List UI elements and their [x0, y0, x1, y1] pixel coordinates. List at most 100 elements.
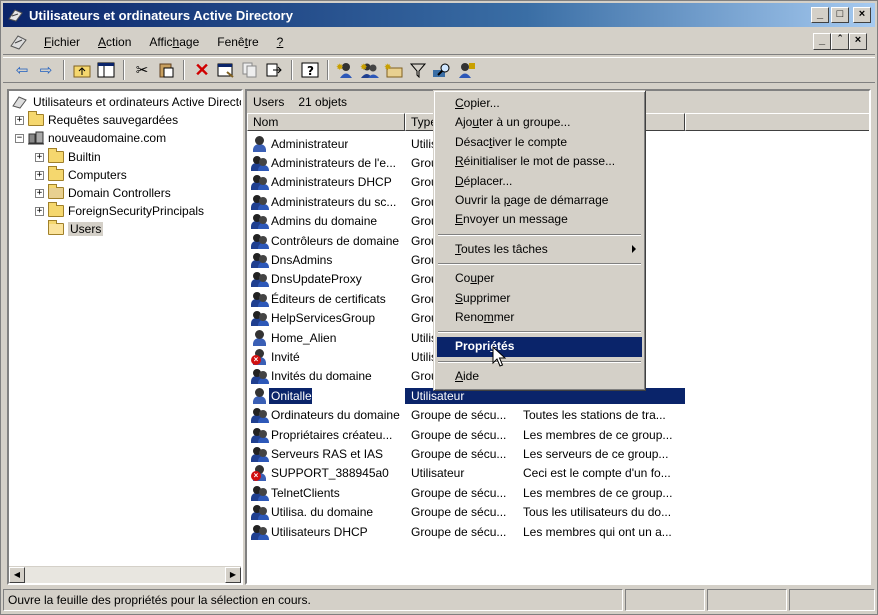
tree-item-label: ForeignSecurityPrincipals	[68, 204, 205, 218]
scroll-left-icon[interactable]: ◀	[9, 567, 25, 583]
cell-name: Utilisa. du domaine	[247, 504, 405, 521]
tree-horizontal-scrollbar[interactable]: ◀ ▶	[9, 566, 241, 583]
expand-icon[interactable]: +	[35, 206, 44, 216]
forward-arrow-icon[interactable]: ⇨	[35, 59, 57, 81]
mdi-minimize-button[interactable]: _	[813, 33, 831, 50]
menu-item-open-home-page[interactable]: Ouvrir la page de démarrage	[437, 191, 642, 210]
menu-view[interactable]: Affichage	[140, 33, 208, 51]
tree-item-domain-controllers[interactable]: + Domain Controllers	[35, 184, 171, 202]
object-description: Les membres qui ont un a...	[523, 524, 672, 539]
menu-item-help[interactable]: Aide	[437, 367, 642, 386]
new-ou-icon[interactable]: ✸	[383, 59, 405, 81]
object-name: Utilisateurs DHCP	[271, 524, 368, 539]
object-name: Serveurs RAS et IAS	[271, 446, 384, 461]
status-bar: Ouvre la feuille des propriétés pour la …	[3, 589, 875, 613]
up-folder-icon[interactable]	[71, 59, 93, 81]
tree-item-label: Builtin	[68, 150, 101, 164]
find-icon[interactable]	[431, 59, 453, 81]
group-icon	[251, 368, 269, 385]
group-icon	[251, 524, 269, 540]
object-description: Les membres de ce group...	[523, 427, 673, 442]
menu-item-rename[interactable]: Renommer	[437, 308, 642, 327]
collapse-icon[interactable]: −	[15, 133, 24, 143]
menu-item-cut[interactable]: Couper	[437, 269, 642, 288]
menu-item-disable-account[interactable]: Désactiver le compte	[437, 133, 642, 152]
new-user-icon[interactable]: ✸	[335, 59, 357, 81]
console-tree[interactable]: Utilisateurs et ordinateurs Active Direc…	[7, 89, 243, 585]
paste-icon[interactable]	[155, 59, 177, 81]
add-to-group-icon[interactable]	[455, 59, 477, 81]
object-name: Admins du domaine	[271, 214, 378, 229]
maximize-button[interactable]: □	[831, 7, 849, 23]
object-count: 21 objets	[298, 95, 348, 109]
status-panel	[789, 589, 875, 611]
menu-item-delete[interactable]: Supprimer	[437, 289, 642, 308]
expand-icon[interactable]: +	[15, 115, 24, 125]
tree-root[interactable]: Utilisateurs et ordinateurs Active Direc…	[11, 93, 241, 111]
tree-item-users[interactable]: Users	[35, 220, 104, 238]
object-name: Éditeurs de certificats	[271, 291, 386, 306]
toolbar: ⇦ ⇨ ✂ ✕ ? ✸ ✸ ✸	[3, 57, 875, 83]
new-group-icon[interactable]: ✸	[359, 59, 381, 81]
folder-icon	[48, 166, 64, 181]
object-type: Groupe de sécu...	[411, 446, 507, 461]
object-type: Groupe de sécu...	[411, 485, 507, 500]
close-button[interactable]: ×	[853, 7, 871, 23]
expand-icon[interactable]: +	[35, 170, 44, 180]
user-icon: ×	[251, 387, 269, 404]
menu-action[interactable]: Action	[89, 33, 140, 51]
filter-icon[interactable]	[407, 59, 429, 81]
menu-item-reset-password[interactable]: Réinitialiser le mot de passe...	[437, 152, 642, 171]
group-icon	[251, 233, 269, 249]
cell-name: DnsAdmins	[247, 252, 405, 269]
cell-name: ×Home_Alien	[247, 329, 405, 346]
tree-item-label: Requêtes sauvegardées	[48, 113, 179, 127]
mdi-close-button[interactable]: ×	[849, 33, 867, 50]
export-icon[interactable]	[263, 59, 285, 81]
menu-item-properties[interactable]: Propriétés	[437, 337, 642, 357]
menu-separator	[437, 357, 642, 367]
tree-item-computers[interactable]: + Computers	[35, 166, 127, 184]
mdi-restore-button[interactable]: ˆ	[831, 33, 849, 50]
cut-icon[interactable]: ✂	[131, 59, 153, 81]
menu-file[interactable]: Fichier	[35, 33, 89, 51]
tree-item-domain[interactable]: − nouveaudomaine.com	[15, 129, 166, 147]
menu-item-copy[interactable]: Copier...	[437, 94, 642, 113]
group-icon	[251, 427, 269, 443]
expand-icon[interactable]: +	[35, 152, 44, 162]
disabled-user-icon: ×	[251, 348, 269, 365]
table-row[interactable]: Serveurs RAS et IAS Groupe de sécu... Les …	[247, 444, 869, 463]
menu-item-all-tasks[interactable]: Toutes les tâches	[437, 240, 642, 259]
table-row[interactable]: Propriétaires créateu... Groupe de sécu..…	[247, 425, 869, 444]
menu-window[interactable]: Fenêtre	[208, 33, 267, 51]
minimize-button[interactable]: _	[811, 7, 829, 23]
properties-icon[interactable]	[215, 59, 237, 81]
column-name[interactable]: Nom	[247, 113, 405, 131]
expand-icon[interactable]: +	[35, 188, 44, 198]
menu-item-move[interactable]: Déplacer...	[437, 172, 642, 191]
status-text: Ouvre la feuille des propriétés pour la …	[3, 589, 623, 611]
table-row[interactable]: TelnetClients Groupe de sécu... Les membre…	[247, 483, 869, 502]
console-icon[interactable]	[9, 33, 29, 51]
scroll-right-icon[interactable]: ▶	[225, 567, 241, 583]
table-row[interactable]: Utilisateurs DHCP Groupe de sécu... Les me…	[247, 522, 869, 541]
table-row[interactable]: × SUPPORT_388945a0 Utilisateur Ceci est le …	[247, 464, 869, 483]
table-row[interactable]: Ordinateurs du domaine Groupe de sécu... T…	[247, 405, 869, 424]
help-icon[interactable]: ?	[299, 59, 321, 81]
menu-help[interactable]: ?	[268, 33, 293, 51]
tree-item-foreign-security-principals[interactable]: + ForeignSecurityPrincipals	[35, 202, 204, 220]
title-bar[interactable]: Utilisateurs et ordinateurs Active Direc…	[3, 3, 875, 27]
delete-icon[interactable]: ✕	[191, 59, 213, 81]
menu-item-send-mail[interactable]: Envoyer un message	[437, 210, 642, 229]
table-row[interactable]: Utilisa. du domaine Groupe de sécu... Tous…	[247, 502, 869, 521]
cell-name: Administrateurs de l'e...	[247, 155, 405, 172]
show-tree-icon[interactable]	[95, 59, 117, 81]
tree-item-builtin[interactable]: + Builtin	[35, 148, 101, 166]
object-name: Administrateurs de l'e...	[271, 156, 397, 171]
window-title: Utilisateurs et ordinateurs Active Direc…	[29, 7, 293, 23]
back-arrow-icon[interactable]: ⇦	[11, 59, 33, 81]
user-icon: ×	[251, 329, 269, 346]
menu-item-add-to-group[interactable]: Ajouter à un groupe...	[437, 113, 642, 132]
tree-item-saved-queries[interactable]: + Requêtes sauvegardées	[15, 111, 178, 129]
copy-icon[interactable]	[239, 59, 261, 81]
